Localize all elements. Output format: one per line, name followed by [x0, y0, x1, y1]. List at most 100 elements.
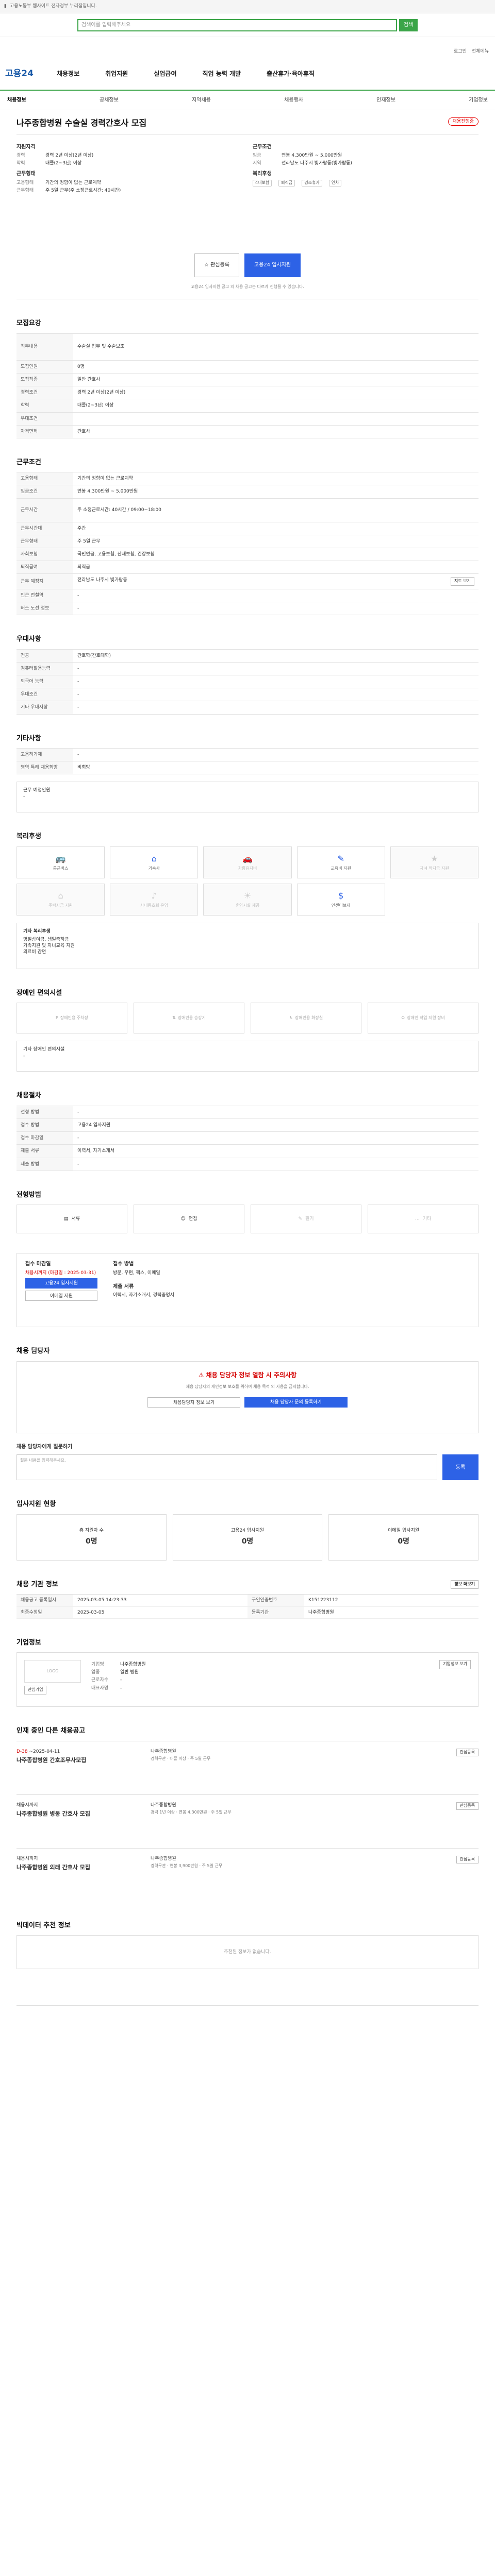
job-meta: 연봉 3,900만원: [170, 1863, 198, 1868]
interest-company-button[interactable]: 관심기업: [24, 1686, 47, 1694]
method-written: ✎ 필기: [251, 1205, 361, 1234]
question-submit-button[interactable]: 등록: [442, 1454, 478, 1481]
section-recommend: 빅데이터 추천 정보 추천된 정보가 없습니다.: [16, 1902, 478, 1985]
welfare-tag: 4대보험: [253, 179, 272, 187]
apply-button[interactable]: 고용24 입사지원: [244, 253, 301, 277]
job-company: 나주종합병원: [151, 1749, 176, 1754]
apply-online-button[interactable]: 고용24 입사지원: [25, 1278, 97, 1289]
gnb-item[interactable]: 실업급여: [154, 70, 176, 78]
more-icon: …: [415, 1216, 420, 1222]
etc-box: 근무 예정인원 -: [16, 782, 478, 813]
tool-icon: ⚙: [401, 1015, 405, 1021]
interest-button[interactable]: 관심등록: [456, 1855, 478, 1863]
welfare-card: ⌂ 주택자금 지원: [16, 883, 105, 916]
method-interview: ☺ 면접: [134, 1205, 244, 1234]
job-meta: 연봉 4,300만원: [178, 1809, 207, 1815]
table-label: 외국어 능력: [16, 675, 73, 689]
search-input[interactable]: 검색어를 입력해주세요: [77, 19, 397, 31]
welfare-etc-box: 기타 복리후생 명절상여금, 생일축하금 가족지원 및 자녀교육 지원 의료비 …: [16, 922, 478, 969]
welfare-tag: 연차: [328, 179, 342, 187]
table-label: 근무시간대: [16, 521, 73, 535]
subnav-item[interactable]: 기업정보: [469, 97, 488, 104]
interest-button[interactable]: 관심등록: [456, 1748, 478, 1756]
gnb-item[interactable]: 출산휴가·육아휴직: [267, 70, 315, 78]
company-box: LOGO 관심기업 기업명 나주종합병원 업종 일반 병원 근로자수 - 대표자명 - …: [16, 1652, 478, 1707]
gnb-item[interactable]: 채용정보: [57, 70, 79, 78]
company-info-button[interactable]: 기업정보 보기: [439, 1660, 471, 1670]
apply-email-button[interactable]: 이메일 지원: [25, 1290, 97, 1301]
welfare-tag: 퇴직금: [278, 179, 295, 187]
table-value: 연봉 4,300만원 ~ 5,000만원: [73, 485, 478, 499]
welfare-label: 자녀 학자금 지원: [420, 866, 449, 871]
welfare-icon: $: [338, 890, 344, 901]
table-value: 경력 2년 이상(2년 이상): [73, 386, 478, 400]
sub-nav: 채용정보 공채정보 지역채용 채용행사 인재정보 기업정보: [0, 91, 495, 110]
all-menu-link[interactable]: 전체메뉴: [472, 48, 489, 55]
empty-state: 추천된 정보가 없습니다.: [16, 1935, 478, 1970]
apply-heading: 접수 방법: [113, 1261, 134, 1267]
table-label: 컴퓨터활용능력: [16, 662, 73, 676]
welfare-icon: ✎: [337, 853, 344, 863]
gnb-item[interactable]: 직업 능력 개발: [203, 70, 241, 78]
facility-etc-box: 기타 장애인 편의시설 -: [16, 1041, 478, 1072]
restroom-icon: ♿: [289, 1015, 293, 1021]
facility-card: ♿ 장애인용 화장실: [251, 1003, 361, 1034]
similar-job-row[interactable]: 채용시까지 나주종합병원 병동 간호사 모집 나주종합병원 경력 1년 이상 · 연…: [16, 1794, 478, 1848]
question-input[interactable]: 질문 내용을 입력해주세요.: [16, 1454, 437, 1481]
facility-card: P 장애인용 주차장: [16, 1003, 127, 1034]
util-bar: 로그인 전체메뉴: [0, 37, 495, 58]
info-value: 2025-03-05 14:23:33: [73, 1595, 248, 1607]
welfare-icon: 🚌: [55, 853, 66, 863]
section-requirements: 모집요강 직무내용 수술실 업무 및 수술보조 모집인원 0명 모집직종 일반 간호사…: [16, 299, 478, 438]
subnav-item[interactable]: 채용정보: [7, 97, 26, 104]
table-value: 퇴직금: [73, 561, 478, 574]
summary-label: 고용형태: [16, 180, 34, 185]
similar-job-row[interactable]: 채용시까지 나주종합병원 외래 간호사 모집 나주종합병원 경력무관 · 연봉 3,…: [16, 1848, 478, 1902]
search-button[interactable]: 검색: [399, 19, 418, 31]
site-logo[interactable]: 고용24: [5, 68, 57, 80]
subnav-item[interactable]: 채용행사: [284, 97, 303, 104]
subnav-item[interactable]: 공채정보: [100, 97, 119, 104]
summary-label: 경력: [16, 153, 25, 159]
table-label: 모집직종: [16, 373, 73, 387]
apply-box: 접수 마감일 채용시까지 (마감일 : 2025-03-31) 고용24 입사지…: [16, 1253, 478, 1328]
section-facility: 장애인 편의시설 P 장애인용 주차장 ⇅ 장애인용 승강기 ♿ 장애인용 화장실 ⚙…: [16, 969, 478, 1072]
company-value: -: [120, 1685, 122, 1691]
interest-button[interactable]: ☆ 관심등록: [194, 253, 239, 277]
status-badge: 채용진행중: [448, 117, 478, 126]
job-title[interactable]: 나주종합병원 외래 간호사 모집: [16, 1864, 140, 1872]
facility-card: ⚙ 장애인 작업 지원 장비: [368, 1003, 478, 1034]
job-title[interactable]: 나주종합병원 간호조무사모집: [16, 1757, 140, 1765]
apply-heading: 접수 마감일: [25, 1261, 51, 1267]
job-company: 나주종합병원: [151, 1856, 176, 1861]
etc-table: 고용허가제 - 병역 특례 채용희망 비희망: [16, 748, 478, 775]
pencil-icon: ✎: [298, 1216, 302, 1222]
similar-job-row[interactable]: D-38 ~2025-04-11 나주종합병원 간호조무사모집 나주종합병원 경력무…: [16, 1740, 478, 1794]
table-value: 주 5일 근무: [73, 534, 478, 548]
stat-value: 0명: [398, 1537, 409, 1546]
table-label: 우대조건: [16, 412, 73, 426]
subnav-item[interactable]: 인재정보: [376, 97, 395, 104]
deadline-value: 채용시까지 (마감일 : 2025-03-31): [25, 1270, 96, 1276]
map-button[interactable]: 지도 보기: [451, 577, 474, 586]
login-link[interactable]: 로그인: [454, 48, 467, 55]
section-welfare: 복리후생 🚌 통근버스 ⌂ 기숙사 🚗 차량유지비 ✎ 교육비 지원 ★ 자녀 학자금 지원 ⌂ 주택…: [16, 812, 478, 969]
summary-value: 주 5일 근무(주 소정근로시간: 40시간): [45, 188, 121, 194]
interest-button[interactable]: 관심등록: [456, 1802, 478, 1810]
section-title: 인재 중인 다른 채용공고: [16, 1727, 86, 1735]
company-label: 근로자수: [91, 1677, 109, 1683]
gnb-item[interactable]: 취업지원: [105, 70, 128, 78]
info-more-button[interactable]: 정보 더보기: [451, 1580, 478, 1589]
table-label: 학력: [16, 399, 73, 413]
table-label: 인근 전철역: [16, 588, 73, 603]
table-value: 비희망: [73, 761, 478, 775]
view-contact-button[interactable]: 채용담당자 정보 보기: [147, 1397, 240, 1408]
table-label: 자격면허: [16, 425, 73, 438]
subnav-item[interactable]: 지역채용: [192, 97, 211, 104]
dday-badge: D-38: [16, 1749, 28, 1754]
job-title[interactable]: 나주종합병원 병동 간호사 모집: [16, 1810, 140, 1818]
table-label: 모집인원: [16, 360, 73, 374]
job-meta: 경력무관: [151, 1756, 166, 1761]
inquiry-button[interactable]: 채용 담당자 문의 등록하기: [244, 1397, 348, 1408]
stat-card: 이메일 입사지원 0명: [328, 1514, 479, 1561]
